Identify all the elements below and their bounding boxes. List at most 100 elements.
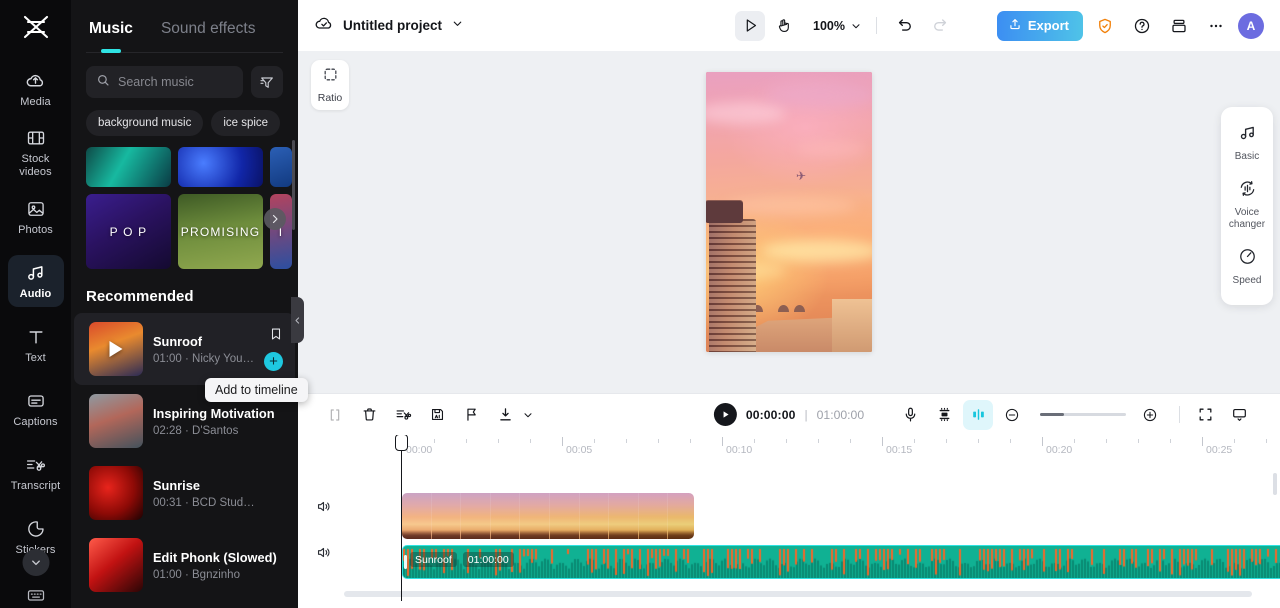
audio-clip[interactable]: Sunroof 01:00:00 (402, 545, 1280, 579)
timeline-vertical-scrollbar[interactable] (1273, 473, 1277, 495)
cloud-2 (766, 82, 872, 108)
filter-sort-icon[interactable] (251, 66, 283, 98)
avatar[interactable]: A (1238, 12, 1264, 39)
bookmark-icon[interactable] (269, 326, 283, 347)
zoom-in-button[interactable] (1135, 400, 1165, 430)
magnet-snap-button[interactable] (963, 399, 993, 430)
speaker-icon[interactable] (310, 539, 336, 565)
video-preview[interactable]: ✈ (706, 72, 872, 352)
project-title-group[interactable]: Untitled project (314, 13, 464, 38)
tile-pop[interactable]: P O P (86, 194, 171, 269)
cloud-6 (796, 142, 866, 156)
marker-tool-button[interactable] (456, 400, 486, 430)
featured-row-1 (86, 147, 298, 187)
panel-item-basic[interactable]: Basic (1221, 115, 1273, 171)
keyframe-tool-button[interactable] (929, 400, 959, 430)
panel-item-voice-changer[interactable]: Voice changer (1221, 171, 1273, 239)
left-nav-rail: Media Stock videos Photos Audio Text Cap… (0, 0, 71, 608)
library-scrollbar[interactable] (292, 140, 295, 230)
track-thumbnail[interactable] (89, 394, 143, 448)
table-row[interactable] (402, 493, 694, 539)
record-voiceover-button[interactable] (895, 400, 925, 430)
select-tool-button[interactable] (735, 10, 765, 41)
timeline-horizontal-scrollbar[interactable] (344, 591, 1252, 597)
search-input-wrap[interactable] (86, 66, 243, 98)
zoom-slider[interactable] (1040, 413, 1126, 416)
zoom-level-select[interactable]: 100% (813, 19, 862, 33)
layout-icon[interactable] (1164, 11, 1194, 41)
sidebar-item-stock-videos[interactable]: Stock videos (8, 127, 64, 179)
playhead[interactable] (395, 435, 408, 601)
playback-controls: 00:00:00 | 01:00:00 (713, 403, 864, 426)
chip-background-music[interactable]: background music (86, 110, 204, 136)
play-button[interactable] (713, 403, 737, 426)
tab-music[interactable]: Music (89, 20, 133, 44)
preview-window-button[interactable] (1224, 400, 1254, 430)
chevron-right-icon[interactable] (264, 208, 286, 230)
chevron-down-icon[interactable] (451, 17, 464, 35)
panel-item-speed[interactable]: Speed (1221, 239, 1273, 295)
chevron-down-icon (852, 23, 860, 28)
tile-partial-blue[interactable] (270, 147, 292, 187)
tag-chips: background music ice spice (71, 98, 298, 136)
export-button[interactable]: Export (996, 10, 1083, 41)
shield-check-icon[interactable] (1090, 11, 1120, 41)
undo-button[interactable] (891, 11, 921, 41)
fit-screen-button[interactable] (1190, 400, 1220, 430)
capcut-logo-icon[interactable] (16, 14, 56, 40)
sidebar-item-stickers[interactable]: Stickers (8, 511, 64, 576)
track-thumbnail[interactable] (89, 322, 143, 376)
play-icon (109, 341, 123, 357)
download-tool-button[interactable] (490, 400, 520, 430)
list-item[interactable]: Edit Phonk (Slowed) 01:00 · Bgnzinho (74, 529, 295, 601)
ruler-tick (562, 437, 563, 446)
ruler-tick (658, 439, 659, 443)
speaker-icon[interactable] (310, 493, 336, 519)
panel-item-label: Voice changer (1228, 207, 1266, 230)
chevron-down-icon[interactable] (22, 549, 49, 576)
sidebar-item-audio[interactable]: Audio (7, 255, 64, 307)
tile-teal-waves[interactable] (86, 147, 171, 187)
list-item[interactable]: Sunrise 00:31 · BCD Stud… (74, 457, 295, 529)
search-input[interactable] (118, 75, 233, 89)
sidebar-item-transcript[interactable]: Transcript (8, 447, 64, 499)
zoom-out-button[interactable] (997, 400, 1027, 430)
featured-row-2: P O P PROMISING I (86, 194, 298, 269)
music-note-icon (25, 261, 46, 284)
track-title: Edit Phonk (Slowed) (153, 549, 277, 565)
hand-tool-button[interactable] (769, 11, 799, 41)
track-thumbnail[interactable] (89, 466, 143, 520)
timeline-ruler[interactable]: 00:00 00:05 00:10 00:15 00:20 00:25 (298, 435, 1280, 462)
clip-trim-handle[interactable] (404, 555, 407, 569)
collapse-panel-button[interactable] (291, 297, 304, 343)
sidebar-item-media[interactable]: Media (8, 63, 64, 115)
ruler-label: 00:15 (886, 444, 913, 456)
ruler-label: 00:20 (1046, 444, 1073, 456)
sidebar-item-photos[interactable]: Photos (8, 191, 64, 243)
tooltip-add-to-timeline: Add to timeline (205, 378, 308, 402)
sidebar-item-captions[interactable]: Captions (8, 383, 64, 435)
tile-blue-glitter[interactable] (178, 147, 263, 187)
delete-tool-button[interactable] (354, 400, 384, 430)
download-caret-button[interactable] (520, 400, 536, 430)
redo-button[interactable] (925, 11, 955, 41)
top-toolbar: Untitled project 100% Export A (298, 0, 1280, 51)
sidebar-item-text[interactable]: Text (8, 319, 64, 371)
tile-partial[interactable]: I (270, 194, 292, 269)
chip-ice-spice[interactable]: ice spice (211, 110, 281, 136)
ruler-tick (466, 439, 467, 443)
tab-sound-effects[interactable]: Sound effects (161, 20, 256, 44)
ratio-button[interactable]: Ratio (311, 60, 349, 110)
list-item[interactable]: Sunroof 01:00 · Nicky You… + (74, 313, 295, 385)
video-thumbnail-frame (431, 493, 462, 539)
auto-cut-tool-button[interactable] (388, 400, 418, 430)
add-to-timeline-button[interactable]: + (264, 352, 283, 371)
music-note-icon (1238, 123, 1257, 147)
track-thumbnail[interactable] (89, 538, 143, 592)
tile-promising[interactable]: PROMISING (178, 194, 263, 269)
ai-save-tool-button[interactable] (422, 400, 452, 430)
more-horizontal-icon[interactable] (1201, 11, 1231, 41)
question-circle-icon[interactable] (1127, 11, 1157, 41)
video-thumbnail-frame (490, 493, 521, 539)
playhead-handle[interactable] (395, 435, 408, 451)
